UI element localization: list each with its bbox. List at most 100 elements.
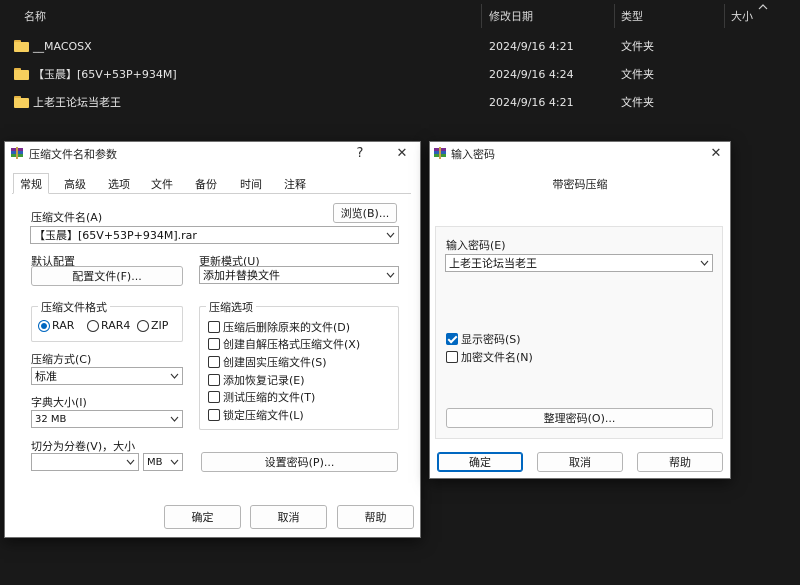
password-dialog-title: 输入密码	[451, 148, 495, 161]
chevron-down-icon[interactable]	[386, 271, 395, 279]
check-icon	[446, 333, 458, 345]
help-icon[interactable]: ?	[348, 142, 372, 164]
format-rar4-label: RAR4	[101, 319, 131, 332]
column-type[interactable]: 类型	[621, 0, 643, 32]
encrypt-names-label: 加密文件名(N)	[461, 351, 533, 364]
file-name: 【玉晨】[65V+53P+934M]	[33, 68, 177, 81]
help-button[interactable]: 帮助	[637, 452, 723, 472]
browse-button[interactable]: 浏览(B)...	[333, 203, 397, 223]
dict-size-label: 字典大小(I)	[31, 396, 87, 409]
option-label: 添加恢复记录(E)	[223, 374, 305, 387]
close-icon[interactable]: ✕	[390, 142, 414, 164]
winrar-icon	[434, 147, 446, 159]
dict-size-select[interactable]: 32 MB	[31, 410, 183, 428]
help-button[interactable]: 帮助	[337, 505, 414, 529]
show-password-checkbox[interactable]: 显示密码(S)	[446, 331, 521, 347]
encrypt-names-checkbox[interactable]: 加密文件名(N)	[446, 349, 533, 365]
recovery-record-checkbox[interactable]: 添加恢复记录(E)	[208, 372, 305, 388]
method-label: 压缩方式(C)	[31, 353, 92, 366]
checkbox-box	[208, 391, 220, 403]
option-label: 测试压缩的文件(T)	[223, 391, 316, 404]
sfx-checkbox[interactable]: 创建自解压格式压缩文件(X)	[208, 336, 360, 352]
test-files-checkbox[interactable]: 测试压缩的文件(T)	[208, 389, 315, 405]
password-label: 输入密码(E)	[446, 239, 506, 252]
tab-general[interactable]: 常规	[13, 173, 49, 194]
file-row[interactable]: 上老王论坛当老王 2024/9/16 4:21 文件夹	[0, 88, 800, 116]
tab-advanced[interactable]: 高级	[55, 174, 95, 194]
update-mode-select[interactable]: 添加并替换文件	[199, 266, 399, 284]
file-row[interactable]: __MACOSX 2024/9/16 4:21 文件夹	[0, 32, 800, 60]
checkbox-box	[446, 351, 458, 363]
tab-comment[interactable]: 注释	[276, 174, 314, 194]
file-type: 文件夹	[621, 96, 654, 109]
file-type: 文件夹	[621, 68, 654, 81]
split-unit-value: MB	[147, 456, 163, 468]
archive-dialog-titlebar[interactable]: 压缩文件名和参数 ? ✕	[5, 142, 420, 164]
split-label: 切分为分卷(V)，大小	[31, 440, 136, 453]
checkbox-box	[208, 338, 220, 350]
method-select[interactable]: 标准	[31, 367, 183, 385]
checkbox-box	[208, 374, 220, 386]
set-password-button[interactable]: 设置密码(P)...	[201, 452, 398, 472]
radio-dot	[137, 319, 149, 332]
update-mode-value: 添加并替换文件	[203, 269, 280, 282]
solid-checkbox[interactable]: 创建固实压缩文件(S)	[208, 354, 327, 370]
ok-button[interactable]: 确定	[437, 452, 523, 472]
chevron-down-icon[interactable]	[700, 259, 709, 267]
column-modified[interactable]: 修改日期	[489, 0, 533, 32]
chevron-down-icon[interactable]	[386, 231, 395, 239]
column-divider[interactable]	[481, 4, 482, 28]
lock-archive-checkbox[interactable]: 锁定压缩文件(L)	[208, 407, 304, 423]
radio-dot	[38, 319, 50, 332]
tab-files[interactable]: 文件	[143, 174, 181, 194]
format-rar-radio[interactable]: RAR	[38, 319, 74, 332]
column-name-label: 名称	[24, 10, 46, 23]
close-icon[interactable]: ✕	[704, 142, 728, 164]
options-group-title: 压缩选项	[206, 299, 256, 315]
checkbox-box	[208, 356, 220, 368]
password-dialog-heading: 带密码压缩	[552, 178, 608, 191]
chevron-down-icon[interactable]	[126, 458, 135, 466]
format-group-title: 压缩文件格式	[38, 299, 110, 315]
split-unit-select[interactable]: MB	[143, 453, 183, 471]
dict-size-value: 32 MB	[35, 413, 67, 425]
ok-button[interactable]: 确定	[164, 505, 241, 529]
format-zip-radio[interactable]: ZIP	[137, 319, 168, 332]
column-name[interactable]: 名称	[24, 0, 46, 32]
password-value: 上老王论坛当老王	[449, 257, 537, 270]
chevron-down-icon[interactable]	[170, 458, 179, 466]
show-password-label: 显示密码(S)	[461, 333, 521, 346]
option-label: 压缩后删除原来的文件(D)	[223, 321, 351, 334]
folder-icon	[14, 40, 29, 52]
chevron-down-icon[interactable]	[170, 372, 179, 380]
file-modified: 2024/9/16 4:24	[489, 67, 574, 81]
cancel-button[interactable]: 取消	[537, 452, 623, 472]
cancel-button[interactable]: 取消	[250, 505, 327, 529]
option-label: 创建固实压缩文件(S)	[223, 356, 327, 369]
tab-backup[interactable]: 备份	[187, 174, 225, 194]
format-rar-label: RAR	[52, 319, 75, 332]
archive-name-input[interactable]: 【玉晨】[65V+53P+934M].rar	[30, 226, 399, 244]
column-divider[interactable]	[614, 4, 615, 28]
format-rar4-radio[interactable]: RAR4	[87, 319, 130, 332]
tab-options[interactable]: 选项	[100, 174, 138, 194]
column-type-label: 类型	[621, 10, 643, 23]
column-divider[interactable]	[724, 4, 725, 28]
split-size-input[interactable]	[31, 453, 139, 471]
organize-passwords-button[interactable]: 整理密码(O)...	[446, 408, 713, 428]
archive-name-label: 压缩文件名(A)	[31, 211, 103, 224]
column-size[interactable]: 大小	[731, 0, 753, 32]
password-dialog-titlebar[interactable]: 输入密码 ✕	[430, 142, 730, 164]
delete-after-checkbox[interactable]: 压缩后删除原来的文件(D)	[208, 319, 350, 335]
format-zip-label: ZIP	[151, 319, 169, 332]
file-row[interactable]: 【玉晨】[65V+53P+934M] 2024/9/16 4:24 文件夹	[0, 60, 800, 88]
chevron-down-icon[interactable]	[170, 415, 179, 423]
password-input[interactable]: 上老王论坛当老王	[445, 254, 713, 272]
tab-time[interactable]: 时间	[231, 174, 271, 194]
file-name: __MACOSX	[33, 39, 92, 53]
archive-name-value: 【玉晨】[65V+53P+934M].rar	[34, 229, 197, 242]
option-label: 锁定压缩文件(L)	[223, 409, 304, 422]
radio-dot	[87, 319, 99, 332]
archive-dialog-title: 压缩文件名和参数	[29, 148, 117, 161]
profile-button[interactable]: 配置文件(F)...	[31, 266, 183, 286]
